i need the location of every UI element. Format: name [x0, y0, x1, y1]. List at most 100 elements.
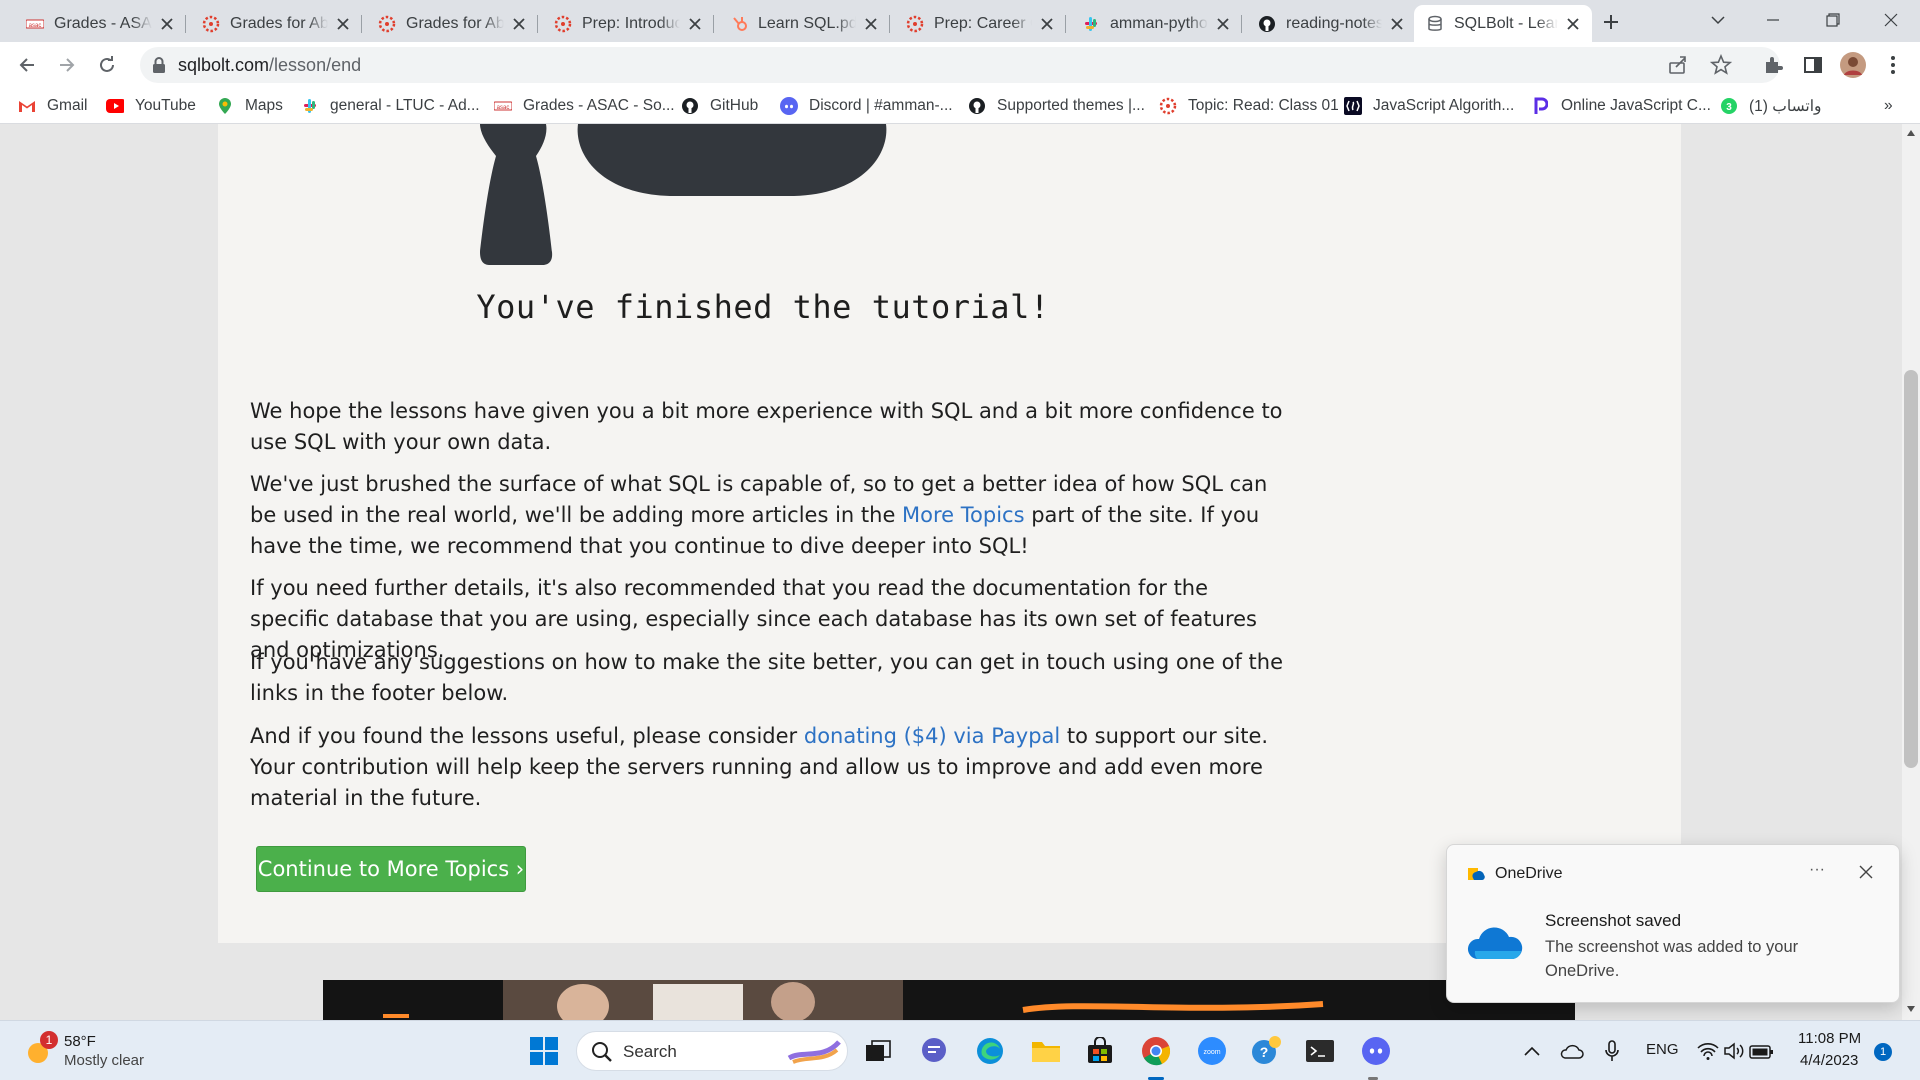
forward-button[interactable] [52, 50, 82, 80]
extensions-button[interactable] [1758, 50, 1788, 80]
close-tab-icon[interactable] [1038, 15, 1056, 33]
onedrive-tray-button[interactable] [1556, 1035, 1588, 1067]
show-hidden-icons-button[interactable] [1516, 1035, 1548, 1067]
taskbar-search[interactable]: Search [576, 1031, 848, 1071]
svg-text:asac: asac [29, 23, 42, 29]
continue-to-more-topics-button[interactable]: Continue to More Topics › [256, 846, 526, 892]
whatsapp-icon: 3 [1720, 97, 1738, 115]
tab-title: Prep: Career Coaching [934, 14, 1032, 32]
new-tab-button[interactable] [1598, 9, 1624, 35]
address-bar[interactable]: sqlbolt.com/lesson/end [140, 47, 1780, 83]
terminal-button[interactable] [1304, 1035, 1336, 1067]
page-title: You've finished the tutorial! [476, 288, 1050, 326]
notification-more-button[interactable]: ··· [1809, 861, 1825, 879]
clock-date[interactable]: 4/4/2023 [1800, 1052, 1858, 1069]
paragraph-text: And if you found the lessons useful, ple… [250, 724, 804, 748]
wifi-icon [1697, 1043, 1719, 1060]
bookmark-maps[interactable]: Maps [216, 94, 283, 118]
bookmark-general-ltuc[interactable]: general - LTUC - Ad... [301, 94, 480, 118]
tab-title: Grades for Abdulhafiz [406, 14, 504, 32]
bookmark-label: Gmail [47, 97, 88, 114]
bookmark-label: general - LTUC - Ad... [330, 97, 480, 114]
bookmark-discord[interactable]: Discord | #amman-... [780, 94, 953, 118]
advertisement-banner[interactable] [323, 980, 1575, 1020]
bookmark-github[interactable]: GitHub [681, 94, 758, 118]
minimize-button[interactable] [1758, 6, 1788, 34]
notification-close-icon[interactable] [1859, 865, 1873, 883]
back-button[interactable] [12, 50, 42, 80]
profile-avatar[interactable] [1838, 50, 1868, 80]
close-tab-icon[interactable] [510, 15, 528, 33]
weather-widget[interactable]: 1 58°F Mostly clear [20, 1031, 200, 1073]
close-icon [1884, 13, 1898, 27]
close-tab-icon[interactable] [1214, 15, 1232, 33]
microphone-button[interactable] [1596, 1035, 1628, 1067]
bookmarks-bar: Gmail YouTube Maps general - LTUC - Ad..… [0, 88, 1920, 124]
close-tab-icon[interactable] [334, 15, 352, 33]
plus-icon [1604, 15, 1618, 29]
github-icon [968, 97, 986, 115]
bookmark-star-icon[interactable] [1709, 53, 1733, 80]
help-app-button[interactable]: ? [1250, 1035, 1282, 1067]
clock-time[interactable]: 11:08 PM [1798, 1030, 1861, 1047]
share-icon[interactable] [1668, 55, 1688, 79]
zoom-button[interactable]: zoom [1196, 1035, 1228, 1067]
bookmark-topic-read[interactable]: Topic: Read: Class 01 [1159, 94, 1339, 118]
tab-grades-asac[interactable]: asac Grades - ASAC [14, 5, 186, 42]
more-topics-link[interactable]: More Topics [902, 503, 1025, 527]
chrome-menu-button[interactable] [1878, 50, 1908, 80]
bookmark-javascript-algorithms[interactable]: JavaScript Algorith... [1344, 94, 1514, 118]
tab-search-button[interactable] [1703, 6, 1733, 34]
close-tab-icon[interactable] [1388, 15, 1406, 33]
notification-center-badge[interactable]: 1 [1874, 1043, 1892, 1061]
page-scrollbar-thumb[interactable] [1904, 370, 1918, 768]
tab-prep-introduction[interactable]: Prep: Introduction [542, 5, 714, 42]
tab-sqlbolt[interactable]: SQLBolt - Learn SQL [1414, 5, 1592, 42]
slack-icon [301, 97, 319, 115]
file-explorer-button[interactable] [1030, 1035, 1062, 1067]
teams-chat-button[interactable] [918, 1035, 950, 1067]
onedrive-notification[interactable]: OneDrive ··· Screenshot saved The screen… [1446, 844, 1900, 1003]
tab-learn-sql-pdf[interactable]: Learn SQL.pdf [718, 5, 890, 42]
close-window-button[interactable] [1876, 6, 1906, 34]
url-text[interactable]: sqlbolt.com/lesson/end [178, 55, 361, 76]
tab-amman-python[interactable]: amman-python [1070, 5, 1242, 42]
bookmark-label: GitHub [710, 97, 759, 114]
close-tab-icon[interactable] [686, 15, 704, 33]
bookmark-label: YouTube [135, 97, 196, 114]
lock-icon[interactable] [152, 56, 166, 78]
close-tab-icon[interactable] [862, 15, 880, 33]
bookmark-online-javascript[interactable]: Online JavaScript C... [1532, 94, 1711, 118]
start-button[interactable] [528, 1035, 560, 1067]
tab-grades-for-2[interactable]: Grades for Abdulhafiz [366, 5, 538, 42]
windows-taskbar: 1 58°F Mostly clear Search zoom ? ENG 11… [0, 1020, 1920, 1080]
language-indicator[interactable]: ENG [1646, 1041, 1679, 1058]
donate-paypal-link[interactable]: donating ($4) via Paypal [804, 724, 1060, 748]
microsoft-store-button[interactable] [1084, 1035, 1116, 1067]
bookmark-gmail[interactable]: Gmail [18, 94, 87, 118]
paragraph-donate: And if you found the lessons useful, ple… [250, 721, 1290, 814]
tab-prep-career[interactable]: Prep: Career Coaching [894, 5, 1066, 42]
chevron-down-icon [1711, 16, 1725, 25]
github-icon [681, 97, 699, 115]
close-tab-icon[interactable] [158, 15, 176, 33]
edge-button[interactable] [974, 1035, 1006, 1067]
bookmark-whatsapp[interactable]: 3 واتساب (1) [1720, 94, 1822, 118]
bookmark-grades-asac[interactable]: asac Grades - ASAC - So... [494, 94, 675, 118]
tab-reading-notes[interactable]: reading-notes [1246, 5, 1416, 42]
battery-button[interactable] [1746, 1035, 1778, 1067]
task-view-icon [866, 1040, 891, 1061]
discord-taskbar-button[interactable] [1360, 1035, 1392, 1067]
reload-button[interactable] [92, 50, 122, 80]
side-panel-button[interactable] [1798, 50, 1828, 80]
tab-title: Prep: Introduction [582, 14, 680, 32]
bookmark-supported-themes[interactable]: Supported themes |... [968, 94, 1145, 118]
chrome-taskbar-button[interactable] [1140, 1035, 1172, 1067]
close-tab-icon[interactable] [1564, 15, 1582, 33]
tab-grades-for-1[interactable]: Grades for Abdulhafiz [190, 5, 362, 42]
chrome-icon [1142, 1037, 1171, 1066]
bookmark-youtube[interactable]: YouTube [106, 94, 196, 118]
more-bookmarks-button[interactable]: » [1884, 94, 1893, 118]
task-view-button[interactable] [862, 1035, 894, 1067]
restore-button[interactable] [1818, 6, 1848, 34]
